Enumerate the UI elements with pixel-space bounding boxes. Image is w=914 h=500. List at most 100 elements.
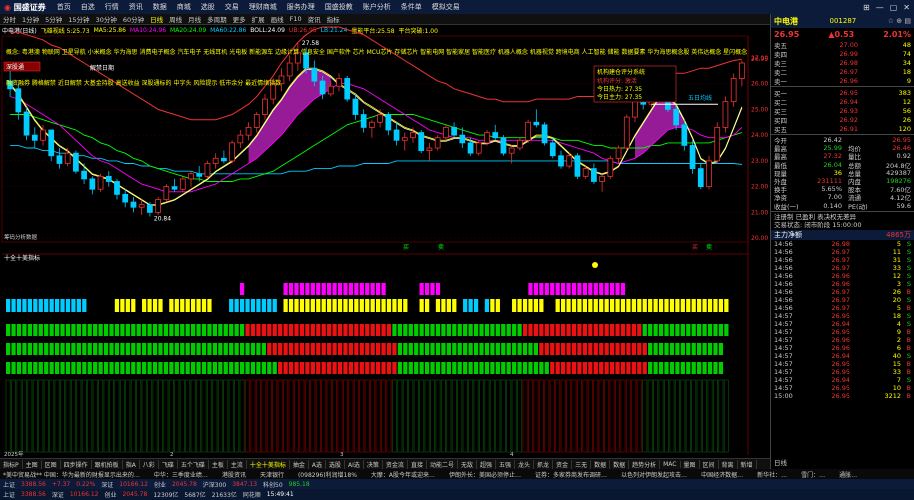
kline-chart[interactable]: 20.0021.0022.0023.0024.0025.0026.0026.95… xyxy=(0,0,770,458)
row-green-red-1-cell xyxy=(60,324,65,336)
indicator-tab[interactable]: 动能二号 xyxy=(427,459,458,469)
trade-volume: 31 xyxy=(892,255,901,264)
indicator-tab[interactable]: 无敌 xyxy=(458,459,477,469)
trade-row: 14:56 26.97 11 S xyxy=(771,248,914,256)
news-item[interactable]: 新华社：… xyxy=(757,470,787,479)
row-magenta-cell xyxy=(424,283,430,295)
trade-volume: 26 xyxy=(892,287,901,296)
indicator-tab[interactable]: 十全十美指标 xyxy=(247,459,290,469)
news-item[interactable]: 港股资讯 xyxy=(222,470,246,479)
row-green-red-2-cell xyxy=(609,343,615,355)
row-green-red-3-cell xyxy=(446,362,451,374)
news-item[interactable]: 通胀… xyxy=(839,470,857,479)
indicator-tab[interactable]: 主板 xyxy=(209,459,228,469)
indicator-tab[interactable]: 数据 xyxy=(610,459,630,469)
window-control-button[interactable]: ✕ xyxy=(903,3,910,12)
row-green-red-1-cell xyxy=(185,324,190,336)
news-item[interactable]: (098296)利润增18% xyxy=(298,470,357,479)
indicator-tab[interactable]: 资金流 xyxy=(383,459,408,469)
indicator-tab[interactable]: AI选 xyxy=(345,459,364,469)
indicator-tab[interactable]: 指标P xyxy=(0,459,23,469)
bottom-grid-cell xyxy=(136,379,142,453)
news-item[interactable]: 天津银行 xyxy=(260,470,284,479)
row-green-red-1-cell xyxy=(250,324,256,336)
row-cyan-yellow-cell xyxy=(11,299,16,312)
indicator-tab[interactable]: MAC xyxy=(660,460,681,468)
news-item[interactable]: 雪门：… xyxy=(801,470,825,479)
news-item[interactable]: 大摩：A股今年或迎来… xyxy=(371,470,435,479)
indicator-tab[interactable]: 资金 xyxy=(553,459,573,469)
row-green-red-2-cell xyxy=(82,343,87,355)
news-item[interactable]: 以色列对伊朗发起攻击… xyxy=(621,470,687,479)
indicator-tab[interactable]: 五强 xyxy=(496,459,516,469)
news-item[interactable]: *美中贸易战** 中国：华为最新的财报显示出来的… xyxy=(3,470,140,479)
row-green-red-3-cell xyxy=(109,362,114,374)
indicator-tab[interactable]: 直接 xyxy=(408,459,427,469)
bottom-grid-cell xyxy=(576,379,582,453)
bottom-grid-cell xyxy=(500,379,506,453)
row-cyan-yellow-cell xyxy=(424,299,430,312)
news-item[interactable]: 伊朗外长：美国必须停止… xyxy=(449,470,521,479)
indicator-tab[interactable]: 龙头 xyxy=(515,459,535,469)
indicator-tab[interactable]: 决策 xyxy=(364,459,383,469)
bottom-grid-cell xyxy=(16,379,22,453)
indicator-tab[interactable]: 主流 xyxy=(228,459,247,469)
row-green-red-2-cell xyxy=(131,343,136,355)
news-item[interactable]: 中国经济数据… xyxy=(701,470,743,479)
row-cyan-yellow-cell xyxy=(675,299,680,312)
header-icons[interactable]: ☆ ⊕ ▤ xyxy=(888,17,911,25)
row-green-red-1-cell xyxy=(408,324,413,336)
indicator-tab[interactable]: 数据 xyxy=(591,459,611,469)
bids-volume: 56 xyxy=(902,106,911,115)
indicator-tab[interactable]: 主图 xyxy=(23,459,42,469)
row-green-red-1-cell xyxy=(653,324,658,336)
row-cyan-yellow-cell xyxy=(571,299,577,312)
index-row-2: 上证 3388.56 深证 10166.12 创业 2045.78 12309亿 5687亿 2… xyxy=(0,489,914,500)
indicator-tab[interactable]: 趋势分析 xyxy=(629,459,661,469)
row-green-red-2-cell xyxy=(185,343,190,355)
indicator-tab[interactable]: 跟机拍板 xyxy=(92,459,123,469)
row-magenta-cell xyxy=(577,283,582,295)
bottom-grid-cell xyxy=(707,379,713,453)
y-tick-label: 21.00 xyxy=(751,209,768,216)
row-green-red-1-cell xyxy=(272,324,277,336)
trade-price: 26.95 xyxy=(831,359,850,368)
indicator-tab[interactable]: 抽金 xyxy=(290,459,309,469)
row-green-red-3-cell xyxy=(365,362,370,374)
indicator-tab[interactable]: 飞碟 xyxy=(159,459,178,469)
news-item[interactable]: 证券：多家券商发布调研… xyxy=(535,470,607,479)
bottom-grid-cell xyxy=(468,379,474,453)
indicator-tab[interactable]: 新增 xyxy=(738,459,757,469)
indicator-tab[interactable]: 八彩 xyxy=(140,459,159,469)
indicator-tab[interactable]: 指A xyxy=(123,459,140,469)
indicator-tab[interactable]: 区图 xyxy=(42,459,61,469)
candle-body xyxy=(31,134,38,141)
row-cyan-yellow-cell xyxy=(131,299,136,312)
indicator-tab[interactable]: 量图 xyxy=(681,459,700,469)
row-green-red-1-cell xyxy=(27,324,33,336)
indicator-tab[interactable]: 三无 xyxy=(572,459,592,469)
news-ticker[interactable]: *美中贸易战** 中国：华为最新的财报显示出来的… 中华：三季度业绩… 港股资讯 天津… xyxy=(0,469,914,479)
indicator-tab[interactable]: A选 xyxy=(309,459,327,469)
window-control-button[interactable]: — xyxy=(876,3,884,12)
trade-price: 26.97 xyxy=(831,303,850,312)
row-green-red-1-cell xyxy=(163,324,169,336)
window-control-button[interactable]: ⊞ xyxy=(863,3,870,12)
indicator-tab[interactable]: 抓龙 xyxy=(534,459,554,469)
news-item[interactable]: 中华：三季度业绩… xyxy=(154,470,208,479)
row-green-red-3-cell xyxy=(392,362,397,374)
row-green-red-3-cell xyxy=(424,362,430,374)
row-green-red-3-cell xyxy=(33,362,38,374)
row-cyan-yellow-cell xyxy=(65,299,71,312)
indicator-tab[interactable]: 超强 xyxy=(477,459,496,469)
indicator-tab[interactable]: 区间 xyxy=(700,459,719,469)
indicator-tab[interactable]: 背离 xyxy=(719,459,738,469)
indicator-tab[interactable]: 选股 xyxy=(326,459,346,469)
panel-bottom-label[interactable]: 日线 xyxy=(774,457,787,467)
indicator-tab[interactable]: 五个飞碟 xyxy=(178,459,209,469)
indicator-tab[interactable]: 四步操作 xyxy=(61,459,92,469)
window-control-button[interactable]: ▢ xyxy=(890,3,898,12)
row-cyan-yellow-cell xyxy=(512,299,517,312)
trade-volume: 6 xyxy=(896,343,901,352)
candle-body xyxy=(204,163,211,177)
